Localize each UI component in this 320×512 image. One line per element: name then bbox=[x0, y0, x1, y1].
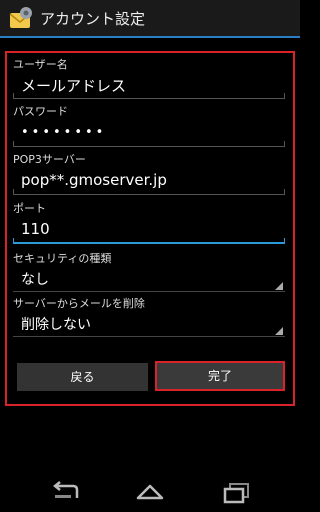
dropdown-indicator-icon bbox=[275, 282, 283, 290]
field-underline bbox=[13, 189, 285, 195]
port-field[interactable]: 110 bbox=[13, 216, 285, 244]
port-label: ポート bbox=[13, 202, 46, 215]
delete-from-server-select[interactable]: 削除しない bbox=[13, 311, 285, 337]
password-value: •••••••• bbox=[21, 125, 107, 140]
delete-from-server-label: サーバーからメールを削除 bbox=[13, 297, 145, 310]
page-title: アカウント設定 bbox=[40, 10, 146, 28]
dropdown-indicator-icon bbox=[275, 327, 283, 335]
back-button[interactable]: 戻る bbox=[17, 363, 148, 391]
delete-from-server-value: 削除しない bbox=[21, 317, 91, 333]
divider bbox=[13, 336, 285, 337]
field-underline-focused bbox=[13, 238, 285, 244]
pop3-server-value: pop**.gmoserver.jp bbox=[21, 171, 167, 189]
username-label: ユーザー名 bbox=[13, 58, 68, 71]
action-bar: アカウント設定 bbox=[0, 0, 300, 38]
field-underline bbox=[13, 141, 285, 147]
username-field[interactable]: メールアドレス bbox=[13, 71, 285, 99]
field-underline bbox=[13, 93, 285, 99]
recent-apps-icon[interactable] bbox=[218, 480, 254, 504]
home-icon[interactable] bbox=[132, 480, 168, 504]
screen: アカウント設定 ユーザー名 メールアドレス パスワード •••••••• POP… bbox=[0, 0, 300, 512]
port-value: 110 bbox=[21, 220, 50, 238]
divider bbox=[13, 291, 285, 292]
pop3-server-label: POP3サーバー bbox=[13, 153, 86, 166]
password-label: パスワード bbox=[13, 105, 68, 118]
done-button[interactable]: 完了 bbox=[155, 361, 285, 391]
security-type-value: なし bbox=[21, 272, 49, 288]
pop3-server-field[interactable]: pop**.gmoserver.jp bbox=[13, 167, 285, 195]
email-settings-icon[interactable] bbox=[8, 5, 34, 31]
password-field[interactable]: •••••••• bbox=[13, 119, 285, 147]
back-arrow-icon[interactable] bbox=[47, 480, 83, 504]
security-type-label: セキュリティの種類 bbox=[13, 252, 112, 265]
security-type-select[interactable]: なし bbox=[13, 266, 285, 292]
navigation-bar bbox=[0, 472, 300, 512]
